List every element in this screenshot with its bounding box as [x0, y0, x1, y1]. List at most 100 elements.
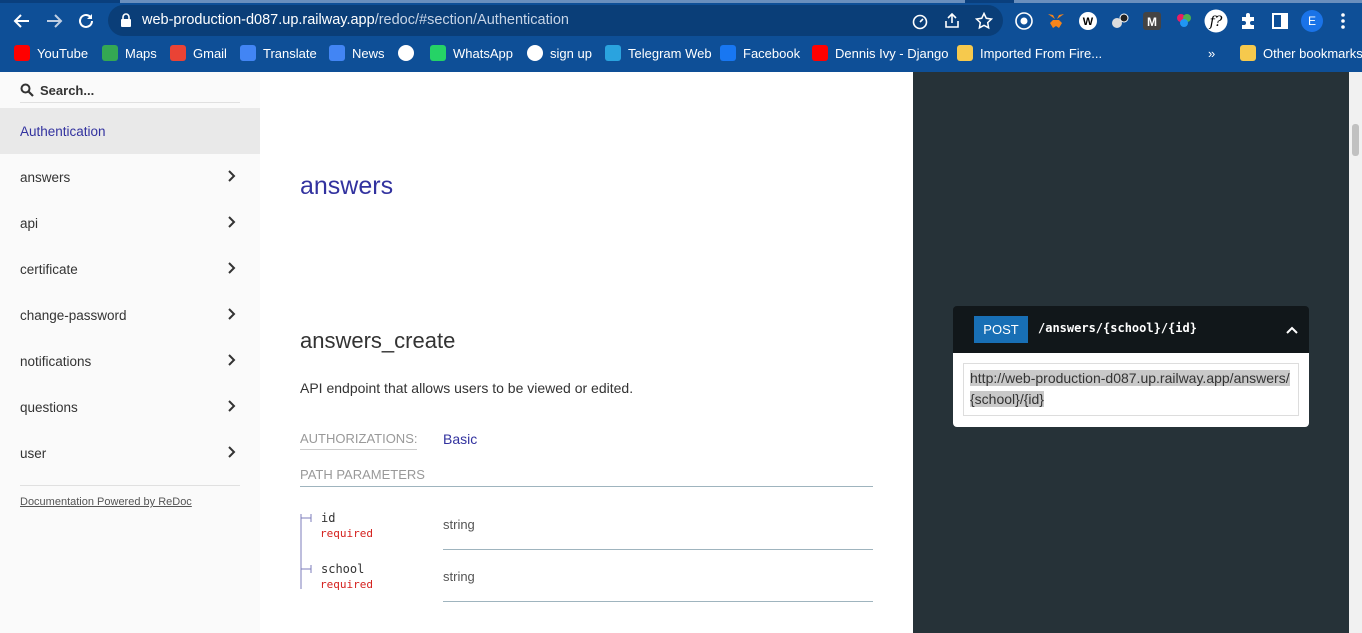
- param-divider: [443, 601, 873, 602]
- section-title: answers: [300, 172, 394, 200]
- sidebar-item-label: api: [20, 215, 39, 231]
- m-extension-icon[interactable]: M: [1142, 11, 1162, 31]
- reload-button[interactable]: [74, 9, 98, 33]
- arrow-right-icon: [47, 14, 63, 28]
- chevron-right-icon: [228, 308, 236, 320]
- param-required: required: [320, 527, 373, 540]
- bookmark-label: News: [352, 45, 385, 61]
- whatsapp-icon: [430, 45, 446, 61]
- side-panel-icon[interactable]: [1270, 11, 1290, 31]
- gmail-icon: [170, 45, 186, 61]
- bookmark-globe[interactable]: [398, 44, 421, 62]
- bookmark-label: WhatsApp: [453, 45, 513, 61]
- sidebar-item-authentication[interactable]: Authentication: [0, 108, 260, 154]
- facebook-icon: [720, 45, 736, 61]
- search-box: [20, 80, 240, 103]
- redoc-page: Authentication answers api certificate chang…: [0, 72, 1362, 633]
- menu-dots-icon[interactable]: [1335, 11, 1351, 31]
- scrollbar-thumb[interactable]: [1352, 124, 1359, 156]
- bookmark-label: Facebook: [743, 45, 801, 61]
- authorizations-label: AUTHORIZATIONS:: [300, 431, 418, 450]
- bookmarks-bar: YouTube Maps Gmail Translate News WhatsApp sig…: [0, 42, 1362, 64]
- bookmark-label: Imported From Fire...: [980, 45, 1103, 61]
- bookmark-whatsapp[interactable]: WhatsApp: [430, 44, 513, 62]
- color-extension-icon[interactable]: [1174, 11, 1194, 31]
- bookmark-sign-up[interactable]: sign up: [527, 44, 592, 62]
- f-extension-icon[interactable]: f?: [1204, 9, 1228, 33]
- bookmark-telegram-web[interactable]: Telegram Web: [605, 44, 712, 62]
- server-url[interactable]: http://web-production-d087.up.railway.ap…: [963, 363, 1299, 416]
- bookmark-label: sign up: [550, 45, 592, 61]
- operation-title: answers_create: [300, 328, 456, 353]
- sidebar-item-label: certificate: [20, 261, 78, 277]
- forward-button[interactable]: [42, 9, 66, 33]
- sidebar-item-label: Authentication: [20, 123, 106, 139]
- bookmark-facebook[interactable]: Facebook: [720, 44, 800, 62]
- endpoint-path: /answers/{school}/{id}: [1038, 321, 1197, 335]
- code-samples-panel: POST /answers/{school}/{id} http://web-p…: [913, 72, 1349, 633]
- target-extension-icon[interactable]: [1014, 11, 1034, 31]
- puzzle-ball-icon[interactable]: [1110, 11, 1130, 31]
- sidebar: Authentication answers api certificate chang…: [0, 72, 260, 633]
- param-required: required: [320, 578, 373, 591]
- bookmark-imported-from-fire[interactable]: Imported From Fire...: [957, 44, 1102, 62]
- bookmark-label: Gmail: [193, 45, 227, 61]
- bookmark-news[interactable]: News: [329, 44, 385, 62]
- sidebar-item-change-password[interactable]: change-password: [0, 292, 260, 338]
- news-icon: [329, 45, 345, 61]
- sidebar-item-api[interactable]: api: [0, 200, 260, 246]
- bookmark-label: Telegram Web: [628, 45, 712, 61]
- url-text: web-production-d087.up.railway.app/redoc…: [142, 12, 569, 28]
- bookmark-youtube[interactable]: YouTube: [14, 44, 88, 62]
- browser-toolbar: web-production-d087.up.railway.app/redoc…: [0, 0, 1362, 72]
- endpoint-header[interactable]: POST /answers/{school}/{id}: [953, 306, 1309, 353]
- bookmark-gmail[interactable]: Gmail: [170, 44, 227, 62]
- endpoint-box: POST /answers/{school}/{id} http://web-p…: [953, 306, 1309, 427]
- operation-description: API endpoint that allows users to be vie…: [300, 380, 634, 396]
- tab-edge: [1014, 0, 1362, 3]
- sidebar-item-certificate[interactable]: certificate: [0, 246, 260, 292]
- bookmark-other-bookmarks[interactable]: Other bookmarks: [1240, 44, 1362, 62]
- arrow-left-icon: [13, 14, 29, 28]
- bookmark-maps[interactable]: Maps: [102, 44, 157, 62]
- powered-by-redoc-link[interactable]: Documentation Powered by ReDoc: [20, 496, 192, 508]
- globe-icon: [398, 45, 414, 61]
- bookmark-translate[interactable]: Translate: [240, 44, 317, 62]
- authorization-basic-link[interactable]: Basic: [443, 431, 477, 447]
- youtube-icon: [14, 45, 30, 61]
- address-bar[interactable]: web-production-d087.up.railway.app/redoc…: [108, 5, 1003, 36]
- param-tree-lines: [300, 514, 312, 589]
- sidebar-item-label: notifications: [20, 353, 92, 369]
- more-bookmarks-button[interactable]: »: [1208, 44, 1215, 62]
- lock-icon: [121, 13, 131, 27]
- share-icon[interactable]: [943, 12, 961, 30]
- endpoint-body: http://web-production-d087.up.railway.ap…: [953, 353, 1309, 427]
- folder-icon: [957, 45, 973, 61]
- search-input[interactable]: [40, 81, 235, 99]
- profile-avatar[interactable]: E: [1301, 10, 1323, 32]
- chevron-right-icon: [228, 354, 236, 366]
- sidebar-item-answers[interactable]: answers: [0, 154, 260, 200]
- sidebar-item-questions[interactable]: questions: [0, 384, 260, 430]
- active-tab-edge: [120, 0, 965, 3]
- bookmark-label: Translate: [263, 45, 317, 61]
- w-extension-icon[interactable]: W: [1078, 11, 1098, 31]
- sidebar-item-notifications[interactable]: notifications: [0, 338, 260, 384]
- performance-icon[interactable]: [911, 12, 929, 30]
- chevron-up-icon[interactable]: [1285, 323, 1299, 337]
- search-icon: [20, 83, 34, 97]
- extensions-icon[interactable]: [1238, 11, 1258, 31]
- back-button[interactable]: [10, 9, 34, 33]
- svg-text:f?: f?: [1209, 14, 1223, 30]
- metamask-icon[interactable]: [1046, 11, 1066, 31]
- reload-icon: [79, 13, 93, 28]
- bookmark-dennis-ivy-django[interactable]: Dennis Ivy - Django: [812, 44, 948, 62]
- sidebar-item-label: answers: [20, 169, 71, 185]
- sidebar-item-user[interactable]: user: [0, 430, 260, 476]
- server-url-line: {school}/{id}: [970, 391, 1044, 407]
- chevron-right-icon: [228, 400, 236, 412]
- star-icon[interactable]: [975, 12, 993, 30]
- page-scrollbar[interactable]: [1349, 72, 1362, 633]
- chevron-right-icon: [228, 170, 236, 182]
- param-name: school: [321, 562, 365, 576]
